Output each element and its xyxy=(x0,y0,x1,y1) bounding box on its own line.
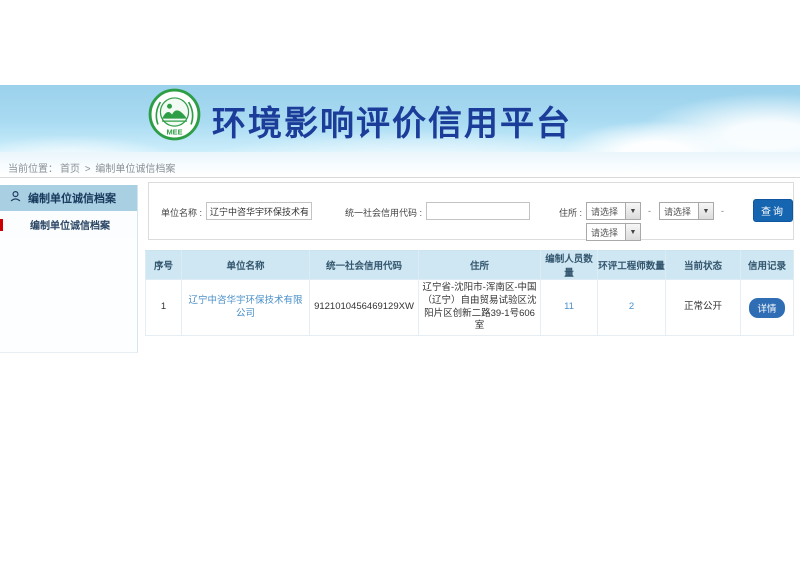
chevron-down-icon: ▼ xyxy=(698,203,713,219)
col-index: 序号 xyxy=(146,251,182,280)
credit-code-input[interactable] xyxy=(426,202,530,220)
active-item-marker xyxy=(0,219,3,231)
mee-logo-icon: MEE xyxy=(148,88,201,141)
detail-button[interactable]: 详情 xyxy=(749,298,784,318)
col-credit-code: 统一社会信用代码 xyxy=(310,251,419,280)
company-name-input[interactable] xyxy=(206,202,312,220)
cell-index: 1 xyxy=(146,280,182,336)
col-company-name: 单位名称 xyxy=(182,251,310,280)
sidebar-header-label: 编制单位诚信档案 xyxy=(28,190,116,206)
table-row: 1 辽宁中咨华宇环保技术有限公司 9121010456469129XW 辽宁省-… xyxy=(146,280,794,336)
breadcrumb: 当前位置：首页 > 编制单位诚信档案 xyxy=(8,160,177,175)
district-select[interactable]: 请选择 ▼ xyxy=(586,223,641,241)
company-name-link[interactable]: 辽宁中咨华宇环保技术有限公司 xyxy=(188,295,302,319)
breadcrumb-current: 编制单位诚信档案 xyxy=(95,164,175,175)
search-panel: 单位名称 : 统一社会信用代码 : 住所 : 请选择 ▼ - 请选择 ▼ - 请… xyxy=(148,182,794,240)
district-select-value: 请选择 xyxy=(587,224,625,240)
cell-credit-code: 9121010456469129XW xyxy=(310,280,419,336)
person-icon xyxy=(9,190,22,206)
sidebar-item-label: 编制单位诚信档案 xyxy=(30,217,110,232)
site-title: 环境影响评价信用平台 xyxy=(212,96,572,145)
svg-text:MEE: MEE xyxy=(166,127,182,136)
breadcrumb-prefix: 当前位置： xyxy=(8,164,58,175)
engineer-count-link[interactable]: 2 xyxy=(629,301,634,312)
city-select[interactable]: 请选择 ▼ xyxy=(659,202,714,220)
address-separator-2: - xyxy=(721,206,724,216)
page: MEE 环境影响评价信用平台 当前位置：首页 > 编制单位诚信档案 编制单位诚信… xyxy=(0,0,800,565)
chevron-down-icon: ▼ xyxy=(625,224,640,240)
site-banner: MEE 环境影响评价信用平台 xyxy=(0,85,800,152)
breadcrumb-home-link[interactable]: 首页 xyxy=(60,164,80,175)
sidebar-section-credit-archive[interactable]: 编制单位诚信档案 xyxy=(0,185,137,211)
status-text: 正常公开 xyxy=(666,280,741,336)
sidebar: 编制单位诚信档案 编制单位诚信档案 xyxy=(0,185,138,353)
staff-count-link[interactable]: 11 xyxy=(564,301,574,312)
province-select-value: 请选择 xyxy=(587,203,625,219)
chevron-down-icon: ▼ xyxy=(625,203,640,219)
cell-address: 辽宁省-沈阳市-浑南区-中国（辽宁）自由贸易试验区沈阳片区创新二路39-1号60… xyxy=(419,280,541,336)
col-credit-record: 信用记录 xyxy=(741,251,794,280)
address-separator: - xyxy=(648,206,651,216)
breadcrumb-separator: > xyxy=(85,164,91,175)
credit-code-label: 统一社会信用代码 : xyxy=(345,206,422,219)
sidebar-item-credit-archive[interactable]: 编制单位诚信档案 xyxy=(0,211,137,238)
col-staff-count: 编制人员数量 xyxy=(541,251,598,280)
address-label: 住所 : xyxy=(559,206,582,219)
col-engineer-count: 环评工程师数量 xyxy=(598,251,666,280)
results-table: 序号 单位名称 统一社会信用代码 住所 编制人员数量 环评工程师数量 当前状态 … xyxy=(145,250,794,336)
query-button[interactable]: 查询 xyxy=(753,199,793,222)
col-address: 住所 xyxy=(419,251,541,280)
breadcrumb-divider xyxy=(0,177,800,178)
table-header-row: 序号 单位名称 统一社会信用代码 住所 编制人员数量 环评工程师数量 当前状态 … xyxy=(146,251,794,280)
province-select[interactable]: 请选择 ▼ xyxy=(586,202,641,220)
col-status: 当前状态 xyxy=(666,251,741,280)
company-name-label: 单位名称 : xyxy=(161,206,202,219)
city-select-value: 请选择 xyxy=(660,203,698,219)
